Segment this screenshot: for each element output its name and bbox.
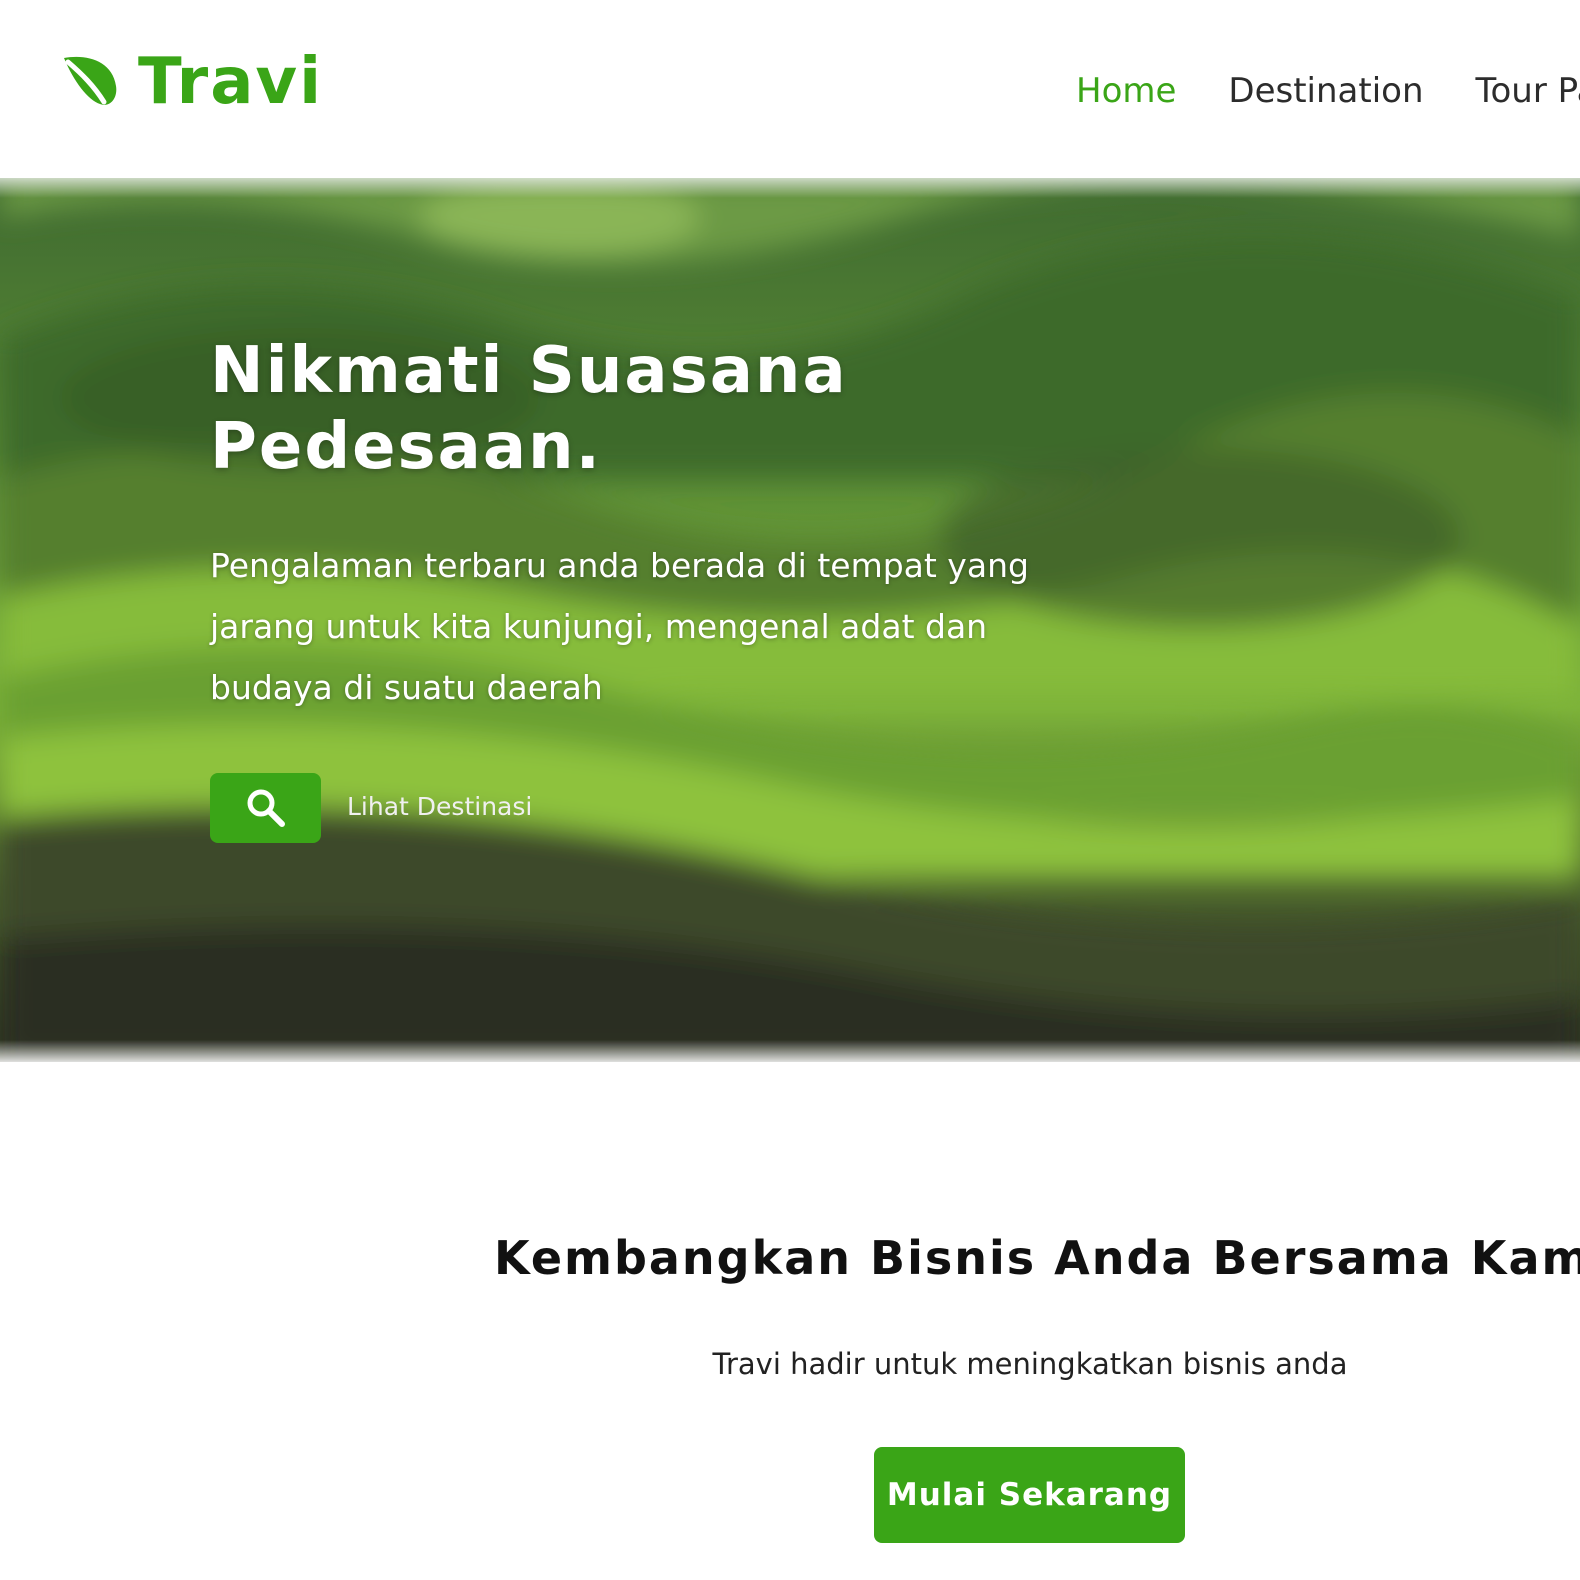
nav-item-tour-packages[interactable]: Tour Pa [1476, 70, 1580, 112]
nav-item-home[interactable]: Home [1076, 70, 1176, 112]
search-icon [247, 789, 285, 827]
business-title: Kembangkan Bisnis Anda Bersama Kami [494, 1231, 1580, 1285]
start-now-button[interactable]: Mulai Sekarang [874, 1447, 1185, 1543]
view-destinations-link[interactable]: Lihat Destinasi [347, 790, 532, 824]
hero-title: Nikmati Suasana Pedesaan. [210, 334, 848, 484]
brand-name: Travi [138, 45, 324, 119]
hero-bottom-fade [0, 1040, 1580, 1062]
site-header: Travi Home Destination Tour Pa [0, 0, 1580, 178]
search-button[interactable] [210, 773, 321, 843]
hero-top-fade [0, 178, 1580, 198]
main-nav: Home Destination Tour Pa [1076, 70, 1580, 112]
leaf-icon [64, 56, 117, 105]
business-subtitle: Travi hadir untuk meningkatkan bisnis an… [712, 1347, 1348, 1381]
brand-logo[interactable]: Travi [60, 50, 323, 114]
hero-section: Nikmati Suasana Pedesaan. Pengalaman ter… [0, 178, 1580, 1062]
hero-description: Pengalaman terbaru anda berada di tempat… [210, 546, 1029, 707]
nav-item-destination[interactable]: Destination [1228, 70, 1423, 112]
